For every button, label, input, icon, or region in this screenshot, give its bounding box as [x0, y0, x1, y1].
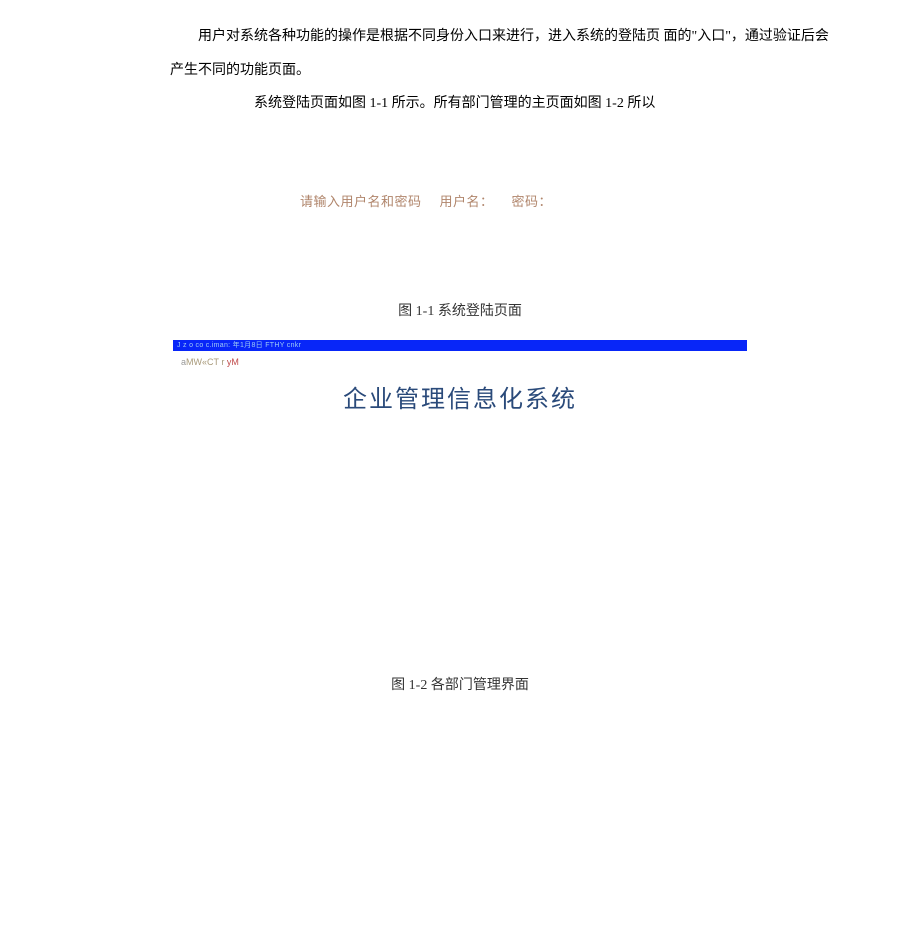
sub-bar-text-mid: MW«CT r	[186, 357, 227, 367]
login-prompt-text: 请输入用户名和密码	[300, 194, 422, 209]
figure-1-1-caption: 图 1-1 系统登陆页面	[0, 300, 920, 320]
sub-bar-text-accent: yM	[227, 357, 239, 367]
username-label: 用户名：	[440, 194, 494, 209]
figure-header-bar-text: J z o co c.iman: 年1月8日 FTHY cnkr	[177, 340, 301, 351]
figure-sub-bar-text: aMW«CT r yM	[181, 357, 239, 367]
figure-header-bar: J z o co c.iman: 年1月8日 FTHY cnkr	[173, 340, 747, 351]
figure-1-2-container: J z o co c.iman: 年1月8日 FTHY cnkr aMW«CT …	[173, 340, 747, 414]
body-paragraph-1: 用户对系统各种功能的操作是根据不同身份入口来进行，进入系统的登陆页 面的"入口"…	[170, 20, 840, 87]
figure-main-title: 企业管理信息化系统	[173, 379, 747, 414]
figure-1-2-caption: 图 1-2 各部门管理界面	[0, 674, 920, 694]
login-prompt-row: 请输入用户名和密码 用户名： 密码：	[300, 191, 920, 210]
body-paragraph-2: 系统登陆页面如图 1-1 所示。所有部门管理的主页面如图 1-2 所以	[170, 87, 840, 121]
password-label: 密码：	[512, 194, 553, 209]
figure-sub-bar: aMW«CT r yM	[173, 351, 747, 375]
